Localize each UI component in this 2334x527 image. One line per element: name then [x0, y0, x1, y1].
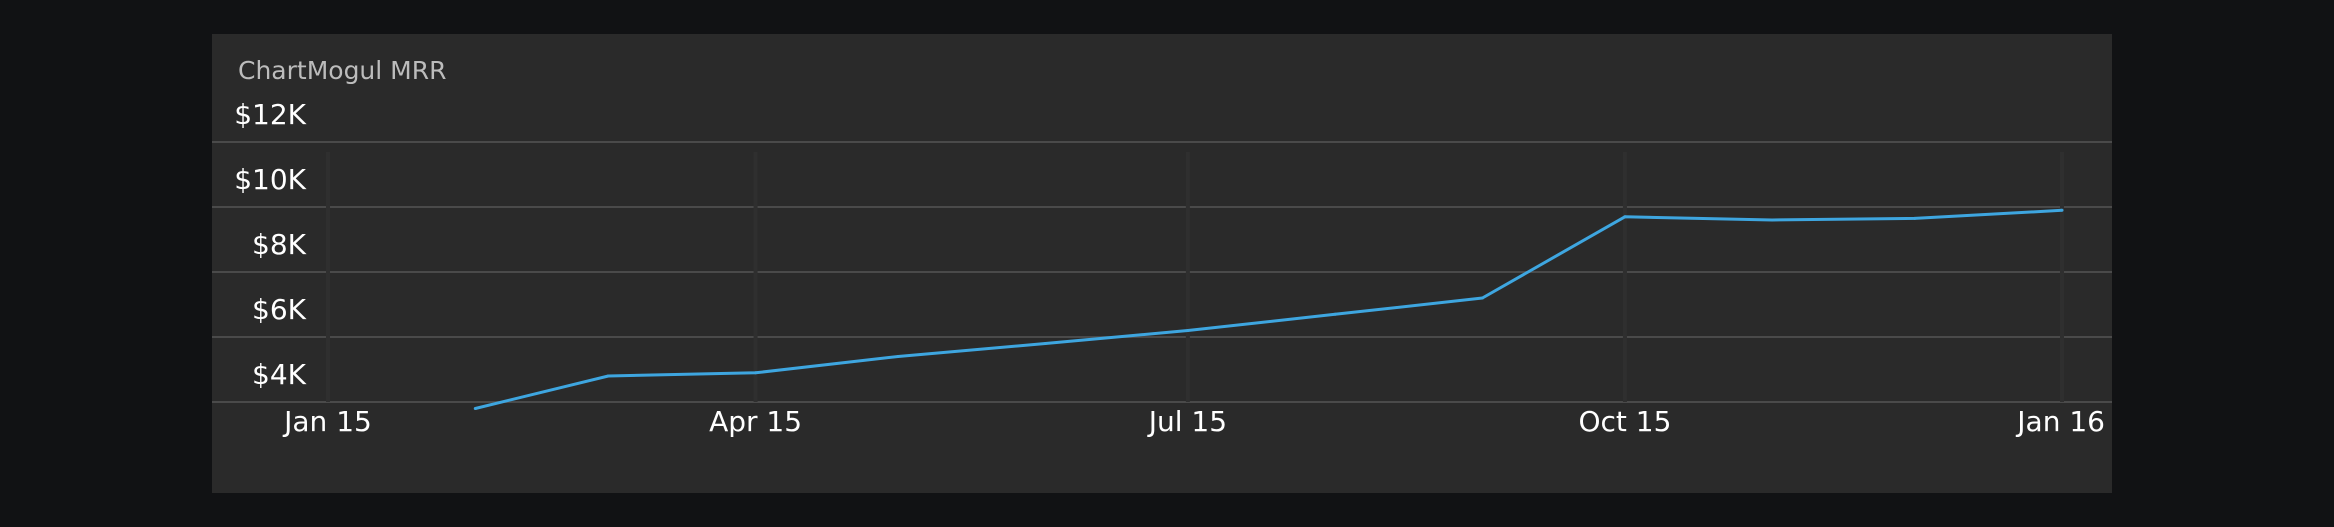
x-tick-label: Apr 15 [709, 405, 802, 438]
x-tick-label: Jan 15 [282, 405, 372, 438]
data-point [1913, 216, 1917, 220]
chart-panel: ChartMogul MRR $4K $6K $8K $10K $12K Jan 15 A… [212, 34, 2112, 493]
data-point [606, 374, 610, 378]
x-axis-ticks: Jan 15 Apr 15 Jul 15 Oct 15 Jan 16 [282, 405, 2105, 438]
gridlines [212, 141, 2112, 403]
x-tick-label: Jul 15 [1147, 405, 1227, 438]
data-point [754, 371, 758, 375]
y-tick-label: $10K [234, 163, 306, 196]
line-chart: $4K $6K $8K $10K $12K Jan 15 Apr 15 Jul 15 Oct … [212, 98, 2112, 438]
data-point [1186, 329, 1190, 332]
data-point [896, 355, 900, 358]
data-point [1770, 218, 1774, 222]
series-line [474, 208, 2063, 410]
x-tick-label: Jan 16 [2015, 405, 2105, 438]
y-tick-label: $6K [252, 293, 307, 326]
y-tick-label: $4K [252, 358, 307, 391]
data-point [1480, 296, 1484, 300]
data-point [1043, 342, 1047, 345]
y-tick-label: $12K [234, 98, 306, 131]
series-lines [473, 208, 2064, 410]
data-point [2060, 208, 2064, 212]
data-point [473, 407, 477, 410]
data-point [1623, 215, 1627, 219]
data-point [1333, 312, 1337, 316]
y-tick-label: $8K [252, 228, 307, 261]
x-tick-label: Oct 15 [1578, 405, 1671, 438]
